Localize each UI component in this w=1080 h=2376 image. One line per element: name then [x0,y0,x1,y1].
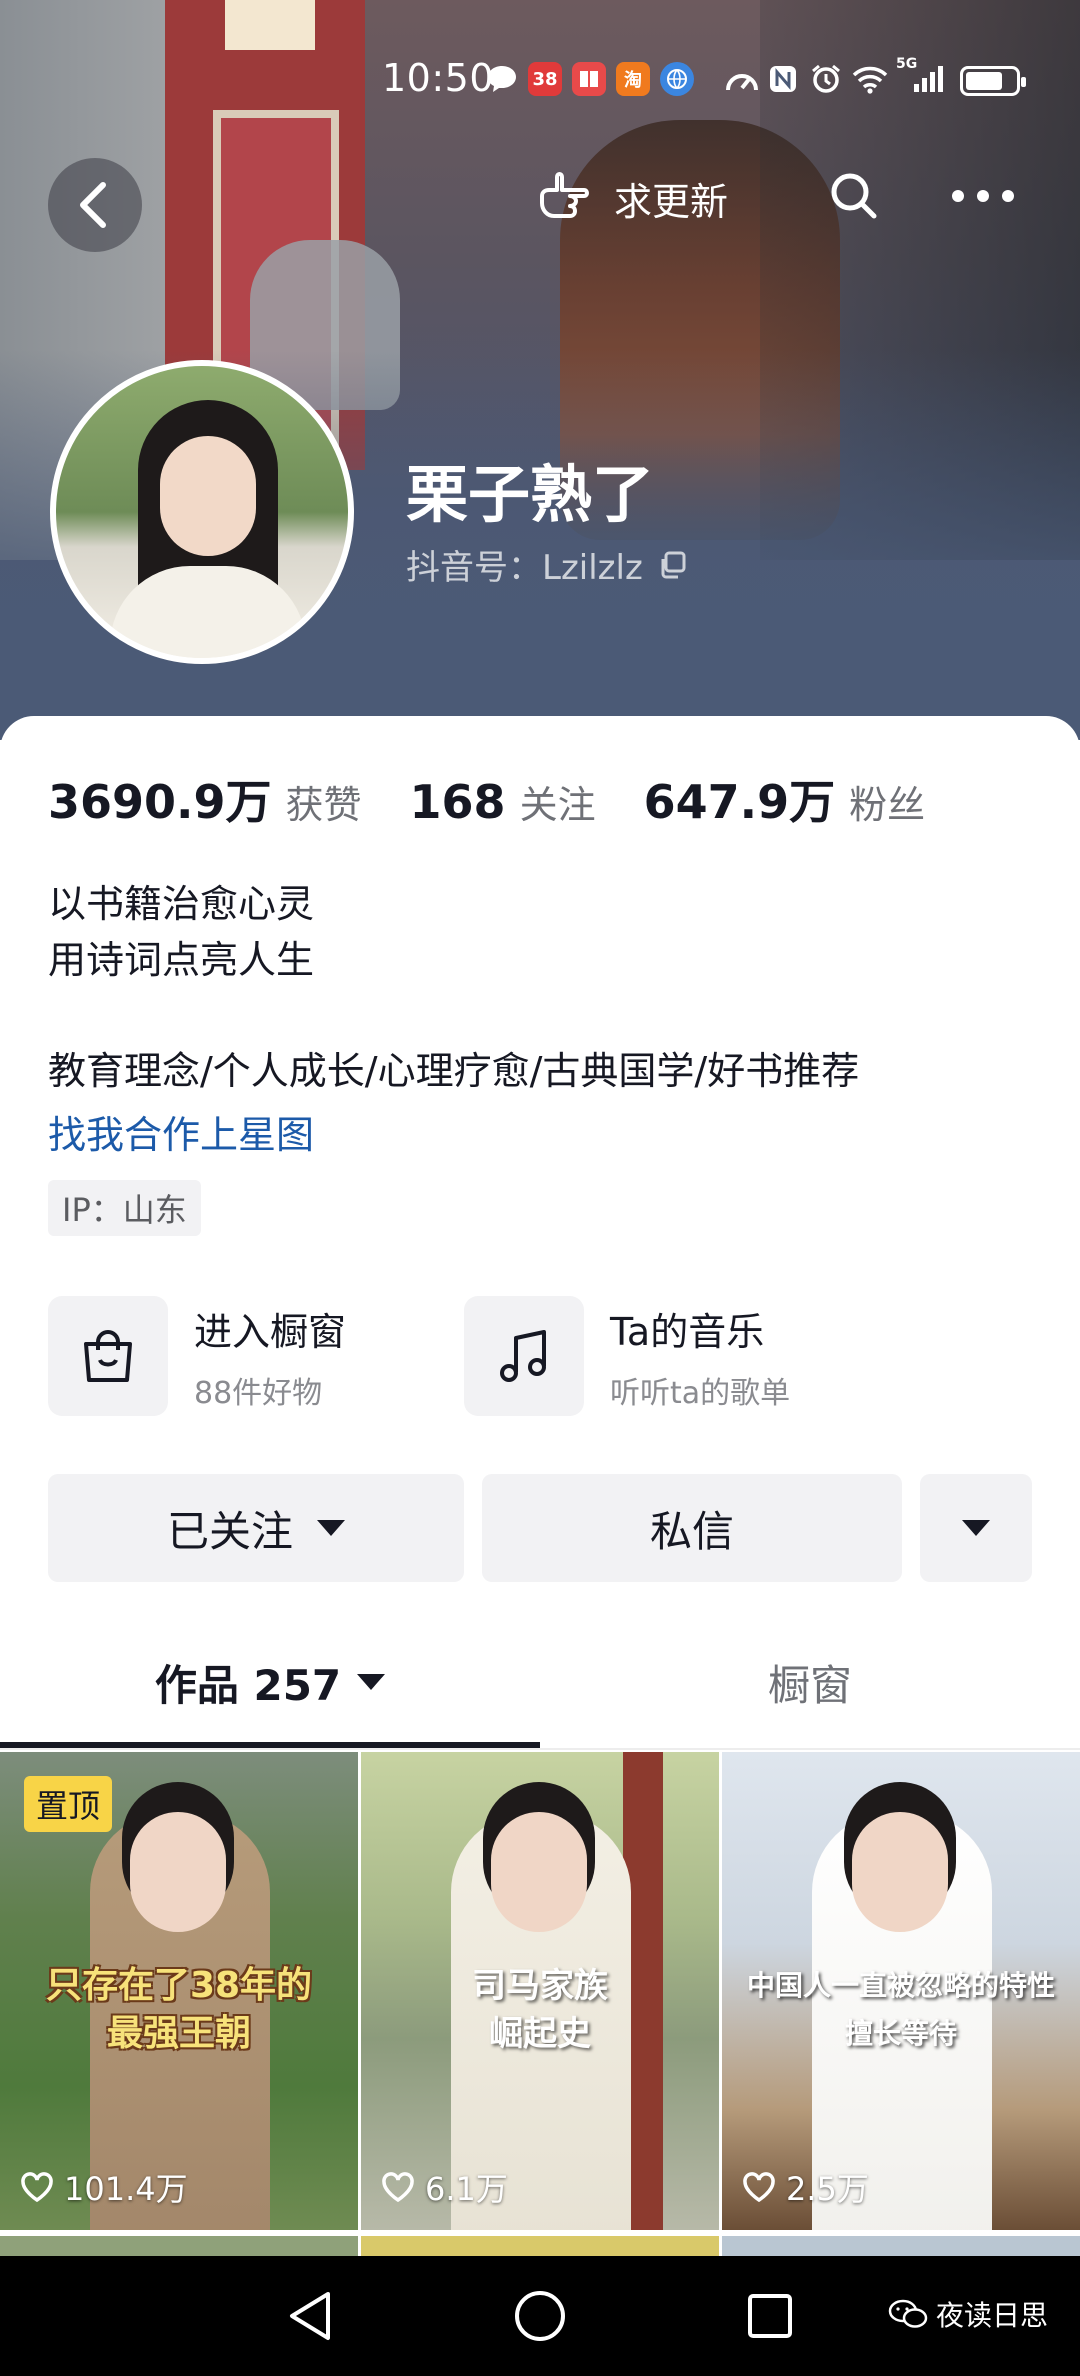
status-time: 10:50 [382,56,495,100]
nav-back-button[interactable] [278,2284,342,2348]
nav-home-button[interactable] [508,2284,572,2348]
message-button[interactable]: 私信 [482,1474,902,1582]
video-caption-line: 崛起史 [489,2014,591,2054]
video-caption-line: 中国人一直被忽略的特性 [746,1969,1055,2002]
more-button[interactable] [948,168,1018,224]
home-circle-icon [515,2291,565,2341]
music-note-icon [464,1296,584,1416]
video-likes-count: 2.5万 [786,2170,869,2208]
showcase-title: 进入橱窗 [194,1309,347,1354]
heart-icon [382,2172,414,2202]
nav-recents-button[interactable] [738,2284,802,2348]
profile-nickname: 栗子熟了 [406,458,655,531]
heart-icon [21,2172,53,2202]
video-likes: 2.5万 [742,2164,869,2210]
bio-line: 用诗词点亮人生 [48,938,315,982]
more-options-button[interactable] [920,1474,1032,1582]
wechat-icon [888,2299,928,2328]
nfc-icon [768,62,798,96]
xingtu-cooperation-link[interactable]: 找我合作上星图 [48,1104,314,1159]
recents-square-icon [748,2294,792,2338]
tab-showcase[interactable]: 橱窗 [540,1616,1080,1748]
caret-down-icon [317,1520,345,1536]
tab-works-label: 作品 257 [154,1660,342,1710]
video-likes-count: 6.1万 [425,2170,508,2208]
video-thumbnail[interactable]: 只存在了38年的 最强王朝 置顶 101.4万 [0,1752,358,2230]
red-book-icon [572,62,606,96]
chat-bubble-icon [486,62,518,96]
taobao-icon: 淘 [616,62,650,96]
caret-down-icon [962,1520,990,1536]
video-likes-count: 101.4万 [64,2170,188,2208]
profile-screen: 10:50 38 淘 5G 求更新 栗子熟了 抖音号：Lzilzlz 3690.… [0,0,1080,2376]
profile-stats: 3690.9万 获赞 168 关注 647.9万 粉丝 [48,766,973,832]
douyin-id-text: 抖音号：Lzilzlz [406,548,643,588]
pinned-badge: 置顶 [24,1776,113,1832]
status-bar: 10:50 38 淘 5G [0,52,1080,108]
search-button[interactable] [826,168,882,224]
following-label[interactable]: 关注 [520,774,596,829]
video-caption-line: 只存在了38年的 [45,1965,313,2006]
likes-label: 获赞 [285,783,362,827]
video-caption-line: 司马家族 [472,1966,608,2006]
profile-bio: 以书籍治愈心灵 用诗词点亮人生 [48,876,314,988]
followed-label: 已关注 [166,1506,293,1556]
avatar[interactable] [50,360,354,664]
badge-app-icon: 38 [528,62,562,96]
battery-icon [960,66,1026,96]
showcase-subtitle: 88件好物 [194,1375,323,1411]
watermark-text: 夜读日思 [936,2299,1049,2332]
ip-location-tag: IP：山东 [48,1180,201,1236]
watermark: 夜读日思 [888,2294,1048,2334]
followed-button[interactable]: 已关注 [48,1474,464,1582]
video-caption-line: 擅长等待 [844,2017,957,2050]
video-caption-line: 最强王朝 [106,2013,251,2054]
tab-works[interactable]: 作品 257 [0,1616,540,1748]
copy-icon[interactable] [657,550,687,580]
globe-app-icon [660,62,694,96]
tab-showcase-label: 橱窗 [767,1660,852,1710]
music-title: Ta的音乐 [610,1309,765,1354]
likes-count: 3690.9万 [48,775,272,829]
speedometer-icon [724,62,760,96]
message-label: 私信 [649,1506,734,1556]
alarm-icon [810,62,842,96]
request-update-label: 求更新 [614,179,729,224]
more-dots-icon [952,190,1014,202]
content-tabs: 作品 257 橱窗 [0,1616,1080,1748]
shopping-bag-icon [48,1296,168,1416]
showcase-entry[interactable]: 进入橱窗 88件好物 [48,1296,346,1416]
bio-tags: 教育理念/个人成长/心理疗愈/古典国学/好书推荐 [48,1049,860,1093]
chevron-left-icon [80,182,106,228]
followers-count[interactable]: 647.9万 [644,766,836,832]
video-thumbnail[interactable]: 司马家族 崛起史 6.1万 [361,1752,719,2230]
hand-point-icon [540,172,589,218]
video-likes: 6.1万 [381,2164,508,2210]
heart-icon [743,2172,775,2202]
douyin-id[interactable]: 抖音号：Lzilzlz [406,540,687,589]
music-subtitle: 听听ta的歌单 [610,1375,791,1411]
caret-down-icon [357,1674,386,1690]
followers-label[interactable]: 粉丝 [849,774,925,829]
search-icon [831,173,877,219]
video-likes: 101.4万 [20,2164,188,2210]
request-update-button[interactable]: 求更新 [536,168,728,228]
back-button[interactable] [48,158,142,252]
system-nav-bar: 夜读日思 [0,2256,1080,2376]
back-triangle-icon [290,2292,330,2340]
video-thumbnail[interactable]: 中国人一直被忽略的特性 擅长等待 2.5万 [722,1752,1080,2230]
music-entry[interactable]: Ta的音乐 听听ta的歌单 [464,1296,790,1416]
following-count[interactable]: 168 [410,775,506,829]
wifi-icon [852,62,888,96]
bio-line: 以书籍治愈心灵 [48,882,315,926]
signal-bars-icon [912,62,948,96]
